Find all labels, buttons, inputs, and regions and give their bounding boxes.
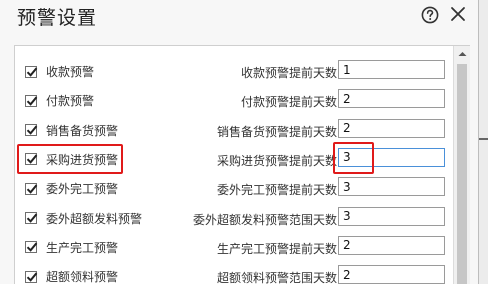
days-input[interactable] (338, 147, 445, 167)
warning-checkbox[interactable]: 超额领料预警 (25, 268, 118, 284)
warning-checkbox[interactable]: 销售备货预警 (25, 122, 118, 139)
close-icon[interactable] (448, 4, 468, 24)
checkmark-icon (26, 184, 38, 194)
checkbox-label: 超额领料预警 (46, 270, 119, 284)
warning-checkbox[interactable]: 委外超额发料预警 (25, 210, 142, 227)
days-field-label: 收款预警提前天数 (240, 66, 337, 80)
settings-row: 委外超额发料预警 委外超额发料预警范围天数 (15, 204, 455, 234)
days-input[interactable] (338, 235, 445, 255)
checkbox-box[interactable] (25, 153, 38, 166)
settings-row: 采购进货预警 采购进货预警提前天数 (15, 141, 455, 175)
scroll-up-arrow-icon[interactable] (454, 46, 470, 60)
checkbox-label: 付款预警 (46, 94, 95, 109)
checkbox-label: 委外完工预警 (46, 182, 119, 197)
checkbox-box[interactable] (25, 94, 38, 107)
checkbox-box[interactable] (25, 124, 38, 137)
checkbox-label: 销售备货预警 (46, 123, 119, 138)
days-field-label: 销售备货预警提前天数 (216, 124, 337, 139)
settings-row: 委外完工预警 委外完工预警提前天数 (15, 174, 455, 204)
checkbox-box[interactable] (25, 241, 38, 254)
days-field-label: 委外超额发料预警范围天数 (192, 212, 337, 227)
settings-row: 生产完工预警 生产完工预警提前天数 (15, 233, 455, 263)
scrollbar-thumb[interactable] (457, 64, 467, 284)
checkbox-label: 收款预警 (46, 65, 95, 79)
days-input[interactable] (338, 206, 445, 226)
dialog-titlebar: 预警设置 (0, 0, 478, 34)
settings-row: 收款预警 收款预警提前天数 (15, 57, 455, 87)
background-window-edge (479, 0, 488, 284)
checkmark-icon (26, 125, 38, 135)
checkmark-icon (26, 242, 38, 253)
warning-checkbox[interactable]: 采购进货预警 (25, 151, 118, 168)
warning-checkbox[interactable]: 收款预警 (25, 63, 94, 80)
help-icon[interactable] (421, 6, 439, 24)
checkbox-label: 委外超额发料预警 (46, 211, 143, 226)
checkmark-icon (26, 213, 38, 223)
warning-checkbox[interactable]: 生产完工预警 (25, 239, 118, 256)
background-window-mark (479, 138, 488, 140)
checkmark-icon (26, 96, 38, 106)
checkbox-box[interactable] (25, 65, 38, 78)
checkbox-box[interactable] (25, 212, 38, 224)
days-field-label: 付款预警提前天数 (240, 95, 337, 110)
days-input[interactable] (338, 265, 445, 284)
days-field-label: 超额领料预警范围天数 (216, 271, 337, 284)
settings-row: 付款预警 付款预警提前天数 (15, 86, 455, 116)
vertical-scrollbar[interactable] (453, 46, 470, 284)
days-input[interactable] (338, 60, 445, 79)
checkbox-box[interactable] (25, 182, 38, 195)
days-field-label: 生产完工预警提前天数 (216, 241, 337, 256)
checkmark-icon (26, 67, 38, 77)
checkbox-box[interactable] (25, 270, 38, 283)
days-input[interactable] (338, 118, 445, 138)
warning-checkbox[interactable]: 付款预警 (25, 92, 94, 109)
checkmark-icon (26, 272, 38, 282)
days-field-label: 委外完工预警提前天数 (216, 183, 337, 198)
settings-panel: 超额领料预警 超额领料预警范围天数 生产完工预警 生产完工预警提前天数 委外超额发料预警… (14, 45, 470, 284)
days-field-label: 采购进货预警提前天数 (216, 153, 337, 168)
days-input[interactable] (338, 89, 445, 109)
checkbox-label: 生产完工预警 (46, 240, 119, 255)
checkbox-label: 采购进货预警 (46, 152, 119, 167)
days-input[interactable] (338, 177, 445, 197)
checkmark-icon (26, 154, 38, 165)
warning-checkbox[interactable]: 委外完工预警 (25, 180, 118, 197)
dialog-title: 预警设置 (17, 7, 98, 29)
warning-settings-dialog: 预警设置 超额领料预警 超额领料预警范围天数 生产完工预警 生产完工预警提前天数 委外超… (0, 0, 479, 284)
settings-row: 超额领料预警 超额领料预警范围天数 (15, 262, 455, 284)
settings-row: 销售备货预警 销售备货预警提前天数 (15, 116, 455, 146)
